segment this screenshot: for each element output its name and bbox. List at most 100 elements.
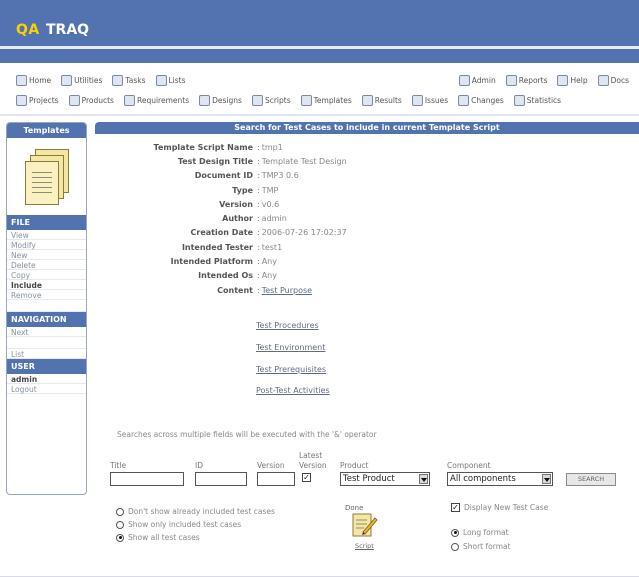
logo-part-b: TRAQ [46, 22, 90, 38]
display-new-test-case-checkbox[interactable]: ✓ [451, 503, 460, 512]
module-changes-button[interactable]: Changes [456, 94, 506, 107]
filter-option-show-all[interactable]: Show all test cases [116, 533, 200, 542]
module-issues-button[interactable]: Issues [410, 94, 450, 107]
module-results-button[interactable]: Results [360, 94, 404, 107]
version-input[interactable] [257, 472, 295, 486]
product-select[interactable]: Test Product [340, 472, 430, 486]
main-toolbar: Home Utilities Tasks Lists Admin Reports… [0, 70, 639, 90]
toolbar-admin-button[interactable]: Admin [457, 74, 498, 87]
latest-version-label-line1: Latest [299, 451, 323, 460]
filter-option-hide-included[interactable]: Don't show already included test cases [116, 507, 275, 516]
module-issues-label: Issues [424, 95, 449, 105]
detail-row: Intended Tester: test1 [98, 240, 518, 254]
header-rule [0, 46, 639, 49]
module-projects-label: Projects [29, 95, 59, 105]
filter-option-only-included[interactable]: Show only included test cases [116, 520, 241, 529]
detail-row: Author: admin [98, 211, 518, 225]
toolbar-reports-button[interactable]: Reports [504, 74, 550, 87]
product-select-value: Test Product [343, 474, 395, 484]
detail-separator: : [257, 171, 260, 181]
format-option-long[interactable]: Long format [451, 528, 509, 537]
format-option-short[interactable]: Short format [451, 542, 511, 551]
search-button[interactable]: SEARCH [566, 473, 616, 486]
toolbar-docs-button[interactable]: Docs [596, 74, 631, 87]
toolbar-lists-button[interactable]: Lists [154, 74, 188, 87]
module-requirements-button[interactable]: Requirements [122, 94, 191, 107]
detail-row: Type: TMP [98, 183, 518, 197]
content-link-test-purpose[interactable]: Test Purpose [262, 286, 312, 295]
module-designs-button[interactable]: Designs [197, 94, 244, 107]
detail-label: Creation Date [190, 228, 253, 238]
module-projects-button[interactable]: Projects [14, 94, 61, 107]
radio-button-selected[interactable] [116, 533, 124, 542]
toolbar-tasks-button[interactable]: Tasks [110, 74, 147, 87]
designs-icon [199, 94, 211, 106]
sidebar-item-include[interactable]: Include [7, 280, 86, 290]
utilities-icon [61, 74, 73, 86]
module-statistics-button[interactable]: Statistics [512, 94, 563, 107]
module-products-button[interactable]: Products [67, 94, 116, 107]
display-new-test-case-option[interactable]: ✓ Display New Test Case [451, 503, 548, 512]
module-templates-button[interactable]: Templates [299, 94, 354, 107]
module-changes-label: Changes [471, 95, 504, 105]
toolbar-home-button[interactable]: Home [14, 74, 53, 87]
toolbar-utilities-button[interactable]: Utilities [59, 74, 104, 87]
toolbar-help-button[interactable]: Help [555, 74, 589, 87]
radio-button[interactable] [451, 542, 459, 551]
sidebar-item-username[interactable]: admin [7, 374, 86, 384]
detail-label: Intended Os [198, 271, 253, 281]
detail-separator: : [257, 199, 260, 209]
sidebar-item-view[interactable]: View [7, 230, 86, 240]
sidebar-item-new[interactable]: New [7, 250, 86, 260]
detail-separator: : [257, 242, 260, 252]
detail-label: Type [232, 185, 253, 195]
content-link-test-environment[interactable]: Test Environment [256, 343, 325, 352]
detail-value: test1 [261, 242, 283, 252]
toolbar-reports-label: Reports [518, 75, 548, 85]
detail-row: Content: Test Purpose [98, 283, 518, 297]
component-select-value: All components [450, 474, 516, 484]
module-designs-label: Designs [212, 95, 242, 105]
radio-button[interactable] [116, 520, 124, 529]
latest-version-checkbox[interactable]: ✓ [302, 473, 311, 482]
sidebar-item-delete[interactable]: Delete [7, 260, 86, 270]
module-scripts-button[interactable]: Scripts [250, 94, 293, 107]
detail-value: Any [261, 257, 277, 267]
sidebar-item-remove[interactable]: Remove [7, 290, 86, 300]
sidebar-item-logout[interactable]: Logout [7, 384, 86, 394]
detail-label: Intended Tester [181, 242, 253, 252]
content-link-post-test-activities[interactable]: Post-Test Activities [256, 386, 330, 395]
done-script-button[interactable]: Done Script [345, 504, 385, 550]
radio-button[interactable] [116, 507, 124, 516]
module-statistics-label: Statistics [526, 95, 562, 105]
products-icon [68, 94, 80, 106]
detail-row: Intended Platform: Any [98, 254, 518, 268]
id-input[interactable] [195, 472, 247, 486]
detail-separator: : [257, 285, 260, 295]
sidebar-item-copy[interactable]: Copy [7, 270, 86, 280]
component-select[interactable]: All components [447, 472, 553, 486]
qatraq-logo[interactable]: QA TRAQ [16, 22, 90, 44]
detail-row: Intended Os: Any [98, 269, 518, 283]
sidebar-item-next[interactable]: Next [7, 327, 86, 337]
detail-separator: : [257, 156, 260, 166]
detail-row: Version: v0.6 [98, 197, 518, 211]
module-templates-label: Templates [313, 95, 352, 105]
chevron-down-icon [419, 474, 428, 484]
sidebar-item-list[interactable]: List [7, 349, 86, 359]
sidebar-item-modify[interactable]: Modify [7, 240, 86, 250]
module-toolbar-items: Projects Products Requirements Designs S… [0, 94, 569, 107]
detail-label: Version [219, 199, 253, 209]
module-toolbar: Projects Products Requirements Designs S… [0, 90, 639, 110]
content-link-test-prerequisites[interactable]: Test Prerequisites [256, 365, 326, 374]
help-icon [557, 74, 569, 86]
toolbar-admin-label: Admin [471, 75, 496, 85]
radio-button-selected[interactable] [451, 528, 459, 537]
content-link-test-procedures[interactable]: Test Procedures [256, 321, 319, 330]
pencil-document-icon [352, 513, 378, 537]
issues-icon [411, 94, 423, 106]
detail-row: Test Design Title: Template Test Design [98, 154, 518, 168]
title-input[interactable] [110, 472, 184, 486]
detail-value: tmp1 [261, 142, 283, 152]
toolbar-lists-label: Lists [168, 75, 186, 85]
